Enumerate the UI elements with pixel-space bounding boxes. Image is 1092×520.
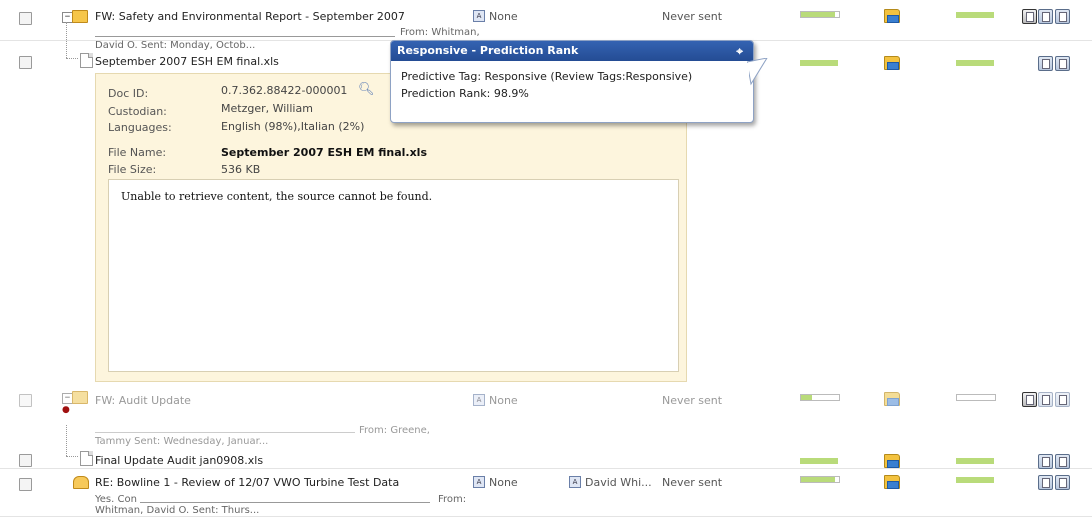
view-details-icon[interactable] [1055, 475, 1070, 490]
tag-value: None [489, 476, 518, 489]
relevance-bar [956, 394, 996, 401]
view-details-icon[interactable] [1055, 56, 1070, 71]
file-size-label: File Size: [108, 163, 157, 176]
tag-icon: A [473, 394, 485, 406]
attachment-icon [80, 451, 93, 466]
email-thread-icon [72, 391, 88, 404]
email-preview: Yes. Con [95, 494, 137, 505]
email-from: From: [438, 494, 467, 505]
view-document-icon[interactable] [1038, 56, 1053, 71]
pin-icon[interactable]: ⌖ [736, 41, 743, 61]
rank-bar [800, 11, 840, 18]
view-details-icon[interactable] [1055, 392, 1070, 407]
sent-status: Never sent [662, 476, 723, 489]
file-name-value: September 2007 ESH EM final.xls [221, 146, 428, 159]
custodian-label: Custodian: [108, 105, 167, 118]
email-sender-preview: Whitman, David O. Sent: Thurs... [95, 505, 260, 516]
sent-status: Never sent [662, 394, 723, 407]
email-subject[interactable]: FW: Audit Update [95, 394, 191, 407]
rank-bar [800, 60, 838, 66]
sent-status: Never sent [662, 10, 723, 23]
email-subject[interactable]: FW: Safety and Environmental Report - Se… [95, 10, 405, 23]
tag-action-icon[interactable] [1022, 392, 1037, 407]
relevance-bar [956, 477, 994, 483]
folder-icon[interactable] [884, 56, 900, 70]
email-from: From: Whitman, [400, 27, 480, 38]
email-from: From: Greene, [359, 425, 430, 436]
custodian-value: Metzger, William [221, 102, 313, 115]
content-message: Unable to retrieve content, the source c… [121, 190, 433, 203]
file-name-label: File Name: [108, 146, 167, 159]
email-read-icon [73, 476, 89, 489]
folder-icon[interactable] [884, 392, 900, 406]
attachment-icon [80, 53, 93, 68]
custodian-icon: A [569, 476, 581, 488]
view-document-icon[interactable] [1038, 475, 1053, 490]
table-row: Final Update Audit jan0908.xls [0, 425, 1092, 469]
row-checkbox[interactable] [19, 394, 32, 407]
document-content-box: Unable to retrieve content, the source c… [108, 179, 679, 372]
view-document-icon[interactable] [1038, 392, 1053, 407]
view-details-icon[interactable] [1055, 454, 1070, 469]
predictive-tag-line: Predictive Tag: Responsive (Review Tags:… [401, 70, 693, 83]
view-details-icon[interactable] [1055, 9, 1070, 24]
rank-bar [800, 458, 838, 464]
table-row: RE: Bowline 1 - Review of 12/07 VWO Turb… [0, 470, 1092, 517]
view-document-icon[interactable] [1038, 454, 1053, 469]
relevance-bar [956, 60, 994, 66]
prediction-rank-popup: Responsive - Prediction Rank ⌖ Predictiv… [390, 40, 754, 123]
custodian-short: David Whi... [585, 476, 652, 489]
email-sender-preview: David O. Sent: Monday, Octob... [95, 40, 256, 51]
attachment-name[interactable]: Final Update Audit jan0908.xls [95, 454, 263, 467]
view-document-icon[interactable] [1038, 9, 1053, 24]
row-checkbox[interactable] [19, 478, 32, 491]
tag-value: None [489, 10, 518, 23]
search-icon[interactable]: 🔍︎ [358, 82, 375, 97]
row-checkbox[interactable] [19, 56, 32, 69]
rank-bar [800, 394, 840, 401]
flag-icon: ● [62, 405, 70, 415]
email-subject[interactable]: RE: Bowline 1 - Review of 12/07 VWO Turb… [95, 476, 399, 489]
folder-icon[interactable] [884, 475, 900, 489]
doc-id-label: Doc ID: [108, 87, 149, 100]
tag-value: None [489, 394, 518, 407]
row-checkbox[interactable] [19, 12, 32, 25]
languages-label: Languages: [108, 121, 172, 134]
email-thread-icon [72, 10, 88, 23]
row-checkbox[interactable] [19, 454, 32, 467]
folder-icon[interactable] [884, 454, 900, 468]
tag-icon: A [473, 10, 485, 22]
languages-value: English (98%),Italian (2%) [221, 120, 365, 133]
folder-icon[interactable] [884, 9, 900, 23]
relevance-bar [956, 12, 994, 18]
table-row: − FW: Safety and Environmental Report - … [0, 0, 1092, 41]
rank-bar [800, 476, 840, 483]
table-row: − ● FW: Audit Update A None Never sent F… [0, 386, 1092, 447]
relevance-bar [956, 458, 994, 464]
popup-pointer [747, 58, 768, 86]
tag-icon: A [473, 476, 485, 488]
tag-action-icon[interactable] [1022, 9, 1037, 24]
doc-id-value: 0.7.362.88422-000001 [221, 84, 348, 97]
attachment-name[interactable]: September 2007 ESH EM final.xls [95, 55, 279, 68]
prediction-rank-line: Prediction Rank: 98.9% [401, 87, 529, 100]
popup-title: Responsive - Prediction Rank [397, 44, 579, 57]
file-size-value: 536 KB [221, 163, 261, 176]
popup-header: Responsive - Prediction Rank ⌖ [391, 41, 753, 61]
email-sender-preview: Tammy Sent: Wednesday, Januar... [95, 436, 269, 447]
